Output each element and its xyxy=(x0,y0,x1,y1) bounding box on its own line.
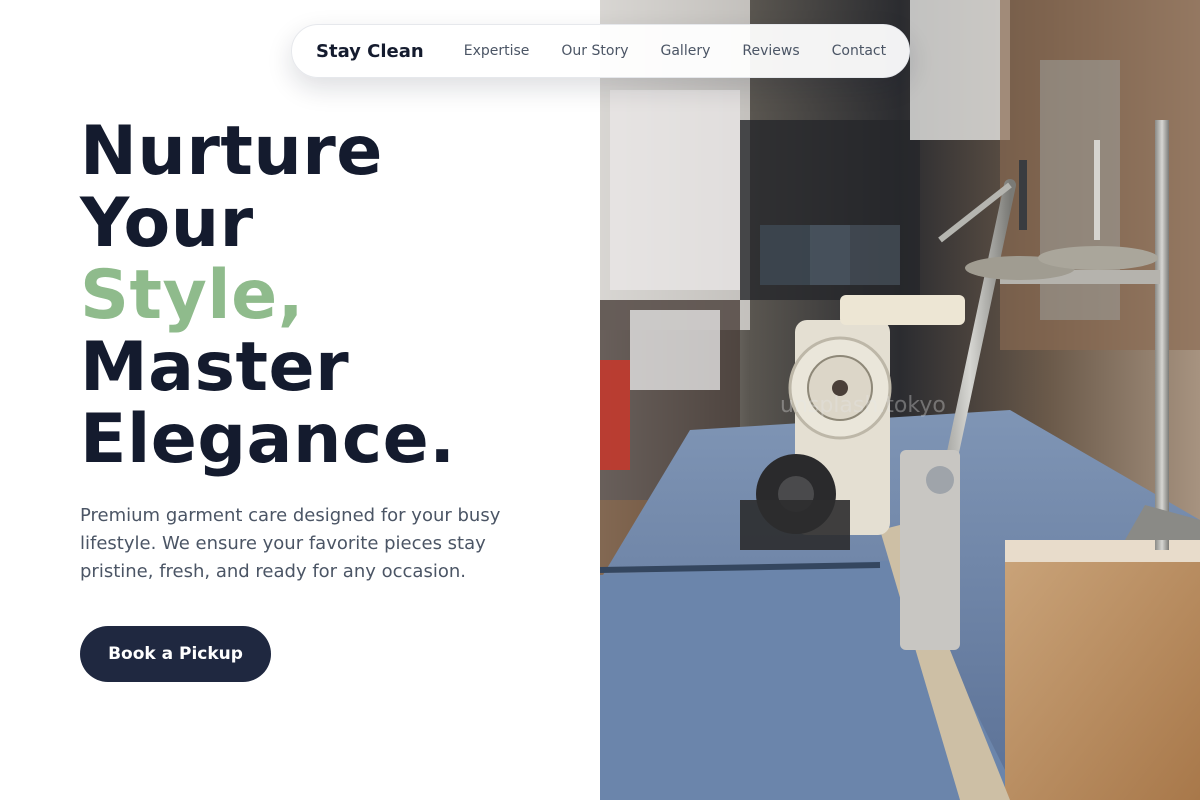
brand-logo[interactable]: Stay Clean xyxy=(316,41,424,62)
hero-image: unsplash.tokyo xyxy=(600,0,1200,800)
hero-headline: Nurture Your Style, Master Elegance. xyxy=(80,116,456,476)
headline-line-4: Master xyxy=(80,328,350,407)
sewing-machine-photo-icon: unsplash.tokyo xyxy=(600,0,1200,800)
nav-link-gallery[interactable]: Gallery xyxy=(661,43,711,59)
headline-line-2: Your xyxy=(80,184,254,263)
hero-subtitle: Premium garment care designed for your b… xyxy=(80,505,501,582)
nav-link-reviews[interactable]: Reviews xyxy=(742,43,799,59)
photo-watermark: unsplash.tokyo xyxy=(780,393,946,418)
headline-accent-line: Style, xyxy=(80,256,305,335)
main-navigation: Stay Clean Expertise Our Story Gallery R… xyxy=(291,24,910,78)
nav-link-our-story[interactable]: Our Story xyxy=(561,43,628,59)
headline-line-5: Elegance. xyxy=(80,400,456,479)
headline-line-1: Nurture xyxy=(80,112,383,191)
hero-text-panel: Nurture Your Style, Master Elegance. Pre… xyxy=(0,0,600,800)
nav-link-contact[interactable]: Contact xyxy=(832,43,886,59)
nav-links: Expertise Our Story Gallery Reviews Cont… xyxy=(464,43,886,59)
landing-page: Nurture Your Style, Master Elegance. Pre… xyxy=(0,0,1200,800)
book-pickup-button[interactable]: Book a Pickup xyxy=(80,626,271,682)
nav-link-expertise[interactable]: Expertise xyxy=(464,43,530,59)
